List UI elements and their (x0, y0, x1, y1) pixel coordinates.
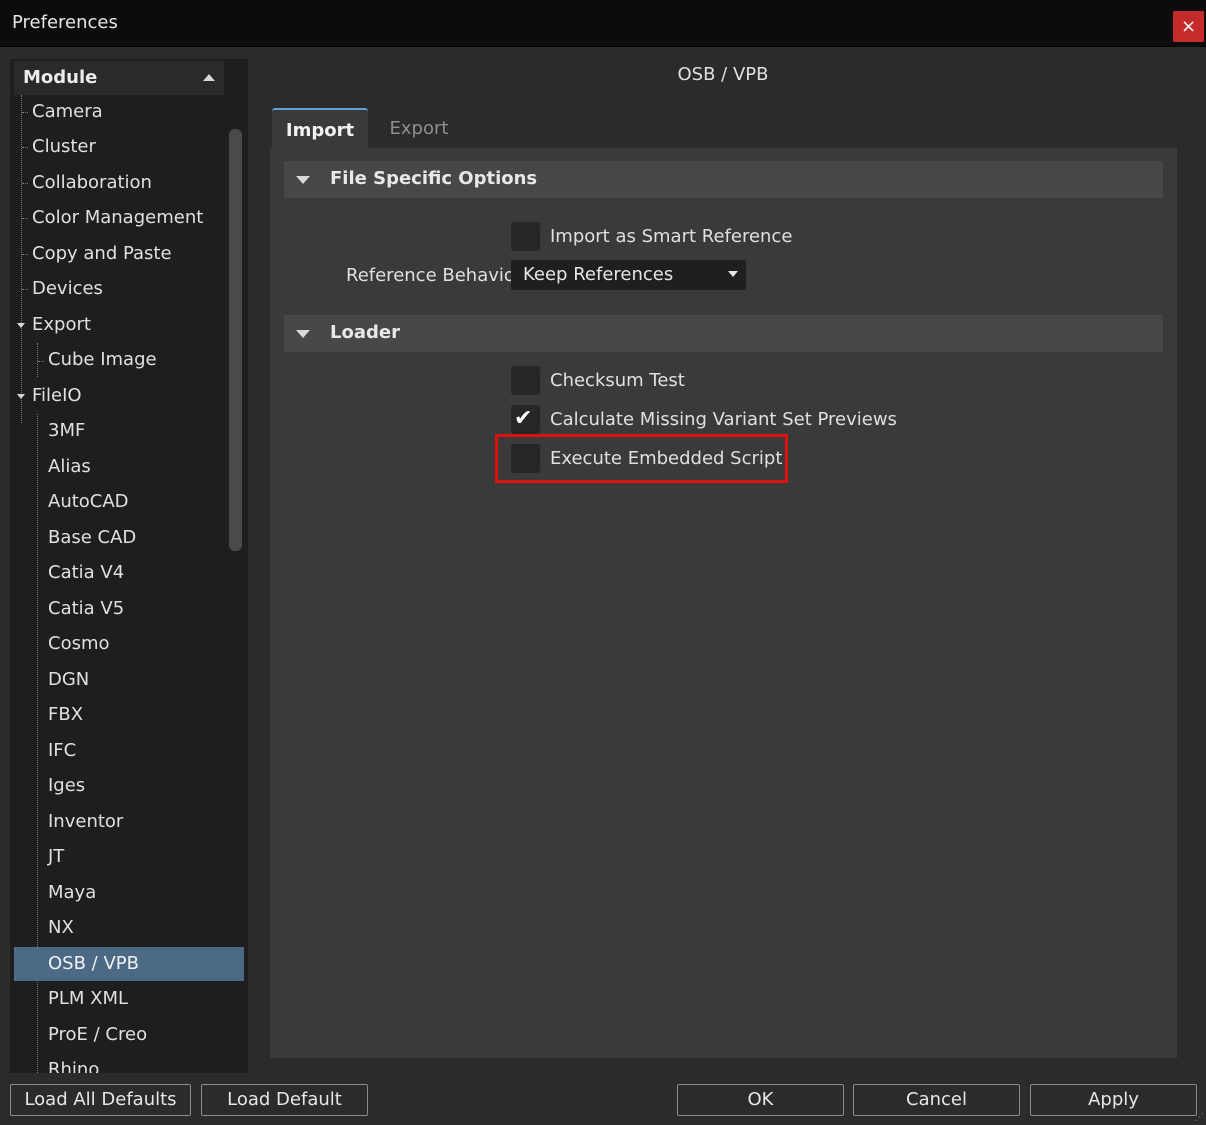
tree-branch (22, 147, 28, 148)
calculate-variant-previews-checkbox[interactable]: ✔ (511, 405, 540, 434)
checksum-test-checkbox[interactable] (511, 366, 540, 395)
resize-grip-icon[interactable]: ⋰ (1194, 1112, 1204, 1123)
sidebar-item-cluster[interactable]: Cluster (32, 130, 96, 164)
import-smart-reference-checkbox[interactable] (511, 222, 540, 251)
tree-branch (22, 112, 28, 113)
sidebar-item-alias[interactable]: Alias (48, 450, 91, 484)
tab-export[interactable]: Export (372, 108, 466, 148)
tab-import[interactable]: Import (272, 108, 368, 150)
section-file-specific-options[interactable]: File Specific Options (284, 161, 1163, 198)
checkmark-icon: ✔ (514, 406, 533, 431)
sidebar-item-base-cad[interactable]: Base CAD (48, 521, 136, 555)
calculate-variant-previews-label: Calculate Missing Variant Set Previews (550, 409, 897, 430)
reference-behavior-label: Reference Behavior (346, 265, 523, 286)
close-icon: × (1180, 16, 1197, 37)
cancel-button[interactable]: Cancel (853, 1084, 1020, 1116)
section-loader[interactable]: Loader (284, 315, 1163, 352)
tree-branch (22, 218, 28, 219)
page-title: OSB / VPB (677, 64, 769, 85)
tree-line (21, 95, 22, 423)
tree-line (37, 343, 38, 377)
sidebar-item-copy-and-paste[interactable]: Copy and Paste (32, 237, 172, 271)
section-title: Loader (330, 322, 400, 343)
close-button[interactable]: × (1173, 11, 1204, 42)
checksum-test-label: Checksum Test (550, 370, 685, 391)
expand-arrow-icon[interactable] (17, 394, 25, 399)
settings-panel (270, 106, 1177, 1058)
sidebar-item-inventor[interactable]: Inventor (48, 805, 123, 839)
sidebar-item-camera[interactable]: Camera (32, 95, 103, 129)
sidebar-item-cosmo[interactable]: Cosmo (48, 627, 110, 661)
ok-button[interactable]: OK (677, 1084, 844, 1116)
section-title: File Specific Options (330, 168, 538, 189)
sidebar-item-3mf[interactable]: 3MF (48, 414, 85, 448)
sidebar-item-export[interactable]: Export (32, 308, 91, 342)
sidebar-item-catia-v4[interactable]: Catia V4 (48, 556, 124, 590)
sort-arrow-up-icon[interactable] (203, 74, 215, 81)
tree-branch (22, 254, 28, 255)
module-tree: Module Camera Cluster Collaboration Colo… (10, 59, 248, 1073)
collapse-arrow-icon[interactable] (296, 176, 310, 184)
sidebar-item-nx[interactable]: NX (48, 911, 74, 945)
sidebar-item-plm-xml[interactable]: PLM XML (48, 982, 128, 1016)
tree-branch (22, 289, 28, 290)
sidebar-item-proe-creo[interactable]: ProE / Creo (48, 1018, 147, 1052)
sidebar-item-catia-v5[interactable]: Catia V5 (48, 592, 124, 626)
sidebar-item-autocad[interactable]: AutoCAD (48, 485, 129, 519)
title-bar: Preferences × (0, 0, 1206, 47)
apply-button[interactable]: Apply (1030, 1084, 1197, 1116)
sidebar-item-color-management[interactable]: Color Management (32, 201, 203, 235)
sidebar-item-fileio[interactable]: FileIO (32, 379, 82, 413)
sidebar-item-rhino[interactable]: Rhino (48, 1053, 99, 1073)
chevron-down-icon (728, 271, 738, 277)
sidebar-item-jt[interactable]: JT (48, 840, 64, 874)
highlight-box (495, 434, 788, 483)
sidebar-item-osb-vpb[interactable]: OSB / VPB (14, 947, 244, 981)
tree-branch (38, 361, 44, 362)
sidebar-item-ifc[interactable]: IFC (48, 734, 76, 768)
reference-behavior-dropdown[interactable]: Keep References (511, 260, 746, 290)
module-header-label: Module (23, 67, 98, 88)
tree-branch (22, 183, 28, 184)
sidebar-item-fbx[interactable]: FBX (48, 698, 83, 732)
reference-behavior-value: Keep References (523, 264, 674, 285)
window-title: Preferences (12, 12, 118, 33)
load-default-button[interactable]: Load Default (201, 1084, 368, 1116)
module-header[interactable]: Module (14, 61, 224, 95)
sidebar-item-iges[interactable]: Iges (48, 769, 85, 803)
sidebar-scrollbar[interactable] (229, 129, 242, 551)
import-smart-reference-label: Import as Smart Reference (550, 226, 793, 247)
expand-arrow-icon[interactable] (17, 323, 25, 328)
load-all-defaults-button[interactable]: Load All Defaults (10, 1084, 191, 1116)
sidebar-item-collaboration[interactable]: Collaboration (32, 166, 152, 200)
sidebar-item-maya[interactable]: Maya (48, 876, 96, 910)
sidebar-item-dgn[interactable]: DGN (48, 663, 89, 697)
sidebar-item-cube-image[interactable]: Cube Image (48, 343, 157, 377)
sidebar-item-devices[interactable]: Devices (32, 272, 103, 306)
collapse-arrow-icon[interactable] (296, 330, 310, 338)
